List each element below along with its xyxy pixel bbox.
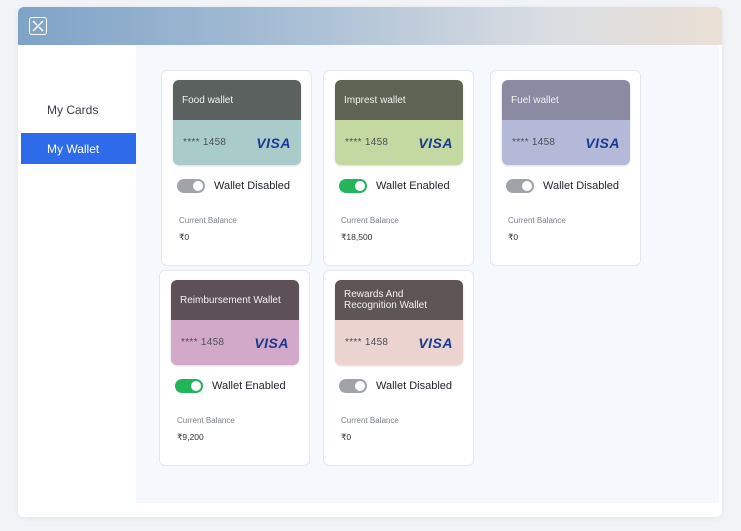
wallet-name: Rewards And Recognition Wallet [344, 289, 428, 311]
wallet-card-strip: **** 1458 VISA [173, 120, 301, 165]
wallet-card-strip: **** 1458 VISA [335, 120, 463, 165]
wallet-toggle-row: Wallet Disabled [177, 179, 290, 193]
wallet-toggle[interactable] [175, 379, 203, 393]
balance-value: ₹0 [179, 232, 190, 242]
balance-value: ₹18,500 [341, 232, 373, 242]
sidebar-item-my-cards[interactable]: My Cards [21, 94, 136, 125]
balance-value: ₹0 [508, 232, 519, 242]
wallet-card: Rewards And Recognition Wallet **** 1458… [323, 270, 474, 466]
visa-logo: VISA [585, 134, 620, 151]
wallet-header: Rewards And Recognition Wallet [335, 280, 463, 320]
wallet-name: Imprest wallet [344, 94, 406, 106]
balance-value: ₹9,200 [177, 432, 204, 442]
toggle-knob [355, 381, 365, 391]
wallet-card: Fuel wallet **** 1458 VISA Wallet Disabl… [490, 70, 641, 266]
app-window: My Cards My Wallet Food wallet **** 1458… [18, 7, 722, 517]
wallet-visual[interactable]: Fuel wallet **** 1458 VISA [502, 80, 630, 165]
wallet-status: Wallet Disabled [214, 180, 291, 192]
wallet-card: Reimbursement Wallet **** 1458 VISA Wall… [159, 270, 310, 466]
wallet-visual[interactable]: Imprest wallet **** 1458 VISA [335, 80, 463, 165]
wallet-toggle-row: Wallet Enabled [175, 379, 286, 393]
wallet-header: Fuel wallet [502, 80, 630, 120]
wallet-visual[interactable]: Reimbursement Wallet **** 1458 VISA [171, 280, 299, 365]
toggle-knob [355, 181, 365, 191]
balance-label: Current Balance [179, 216, 237, 225]
masked-card-number: **** 1458 [181, 337, 225, 348]
wallet-status: Wallet Enabled [376, 180, 450, 192]
wallet-toggle[interactable] [177, 179, 205, 193]
visa-logo: VISA [418, 134, 453, 151]
wallet-visual[interactable]: Rewards And Recognition Wallet **** 1458… [335, 280, 463, 365]
balance-label: Current Balance [341, 416, 399, 425]
wallet-header: Food wallet [173, 80, 301, 120]
app-logo-icon[interactable] [29, 17, 47, 35]
wallet-toggle[interactable] [506, 179, 534, 193]
wallet-toggle-row: Wallet Disabled [506, 179, 619, 193]
wallet-card: Imprest wallet **** 1458 VISA Wallet Ena… [323, 70, 474, 266]
wallet-header: Reimbursement Wallet [171, 280, 299, 320]
wallet-status: Wallet Disabled [376, 380, 453, 392]
wallet-status: Wallet Enabled [212, 380, 286, 392]
wallet-status: Wallet Disabled [543, 180, 620, 192]
toggle-knob [191, 381, 201, 391]
wallet-card: Food wallet **** 1458 VISA Wallet Disabl… [161, 70, 312, 266]
sidebar-item-my-wallet[interactable]: My Wallet [21, 133, 136, 164]
masked-card-number: **** 1458 [183, 137, 227, 148]
header-bar [18, 7, 722, 45]
masked-card-number: **** 1458 [345, 137, 389, 148]
wallet-toggle[interactable] [339, 379, 367, 393]
toggle-knob [193, 181, 203, 191]
visa-logo: VISA [254, 334, 289, 351]
wallet-card-strip: **** 1458 VISA [171, 320, 299, 365]
wallet-card-strip: **** 1458 VISA [502, 120, 630, 165]
wallet-visual[interactable]: Food wallet **** 1458 VISA [173, 80, 301, 165]
masked-card-number: **** 1458 [512, 137, 556, 148]
visa-logo: VISA [418, 334, 453, 351]
balance-label: Current Balance [177, 416, 235, 425]
toggle-knob [522, 181, 532, 191]
wallet-toggle[interactable] [339, 179, 367, 193]
wallet-card-strip: **** 1458 VISA [335, 320, 463, 365]
wallet-name: Reimbursement Wallet [180, 294, 281, 306]
wallet-name: Food wallet [182, 94, 234, 106]
visa-logo: VISA [256, 134, 291, 151]
balance-label: Current Balance [508, 216, 566, 225]
wallet-name: Fuel wallet [511, 94, 559, 106]
wallet-header: Imprest wallet [335, 80, 463, 120]
sidebar-item-label: My Cards [47, 102, 99, 117]
balance-label: Current Balance [341, 216, 399, 225]
masked-card-number: **** 1458 [345, 337, 389, 348]
sidebar: My Cards My Wallet [18, 45, 136, 517]
wallet-toggle-row: Wallet Disabled [339, 379, 452, 393]
sidebar-item-label: My Wallet [47, 141, 100, 156]
wallet-toggle-row: Wallet Enabled [339, 179, 450, 193]
balance-value: ₹0 [341, 432, 352, 442]
wallet-grid: Food wallet **** 1458 VISA Wallet Disabl… [136, 45, 719, 503]
